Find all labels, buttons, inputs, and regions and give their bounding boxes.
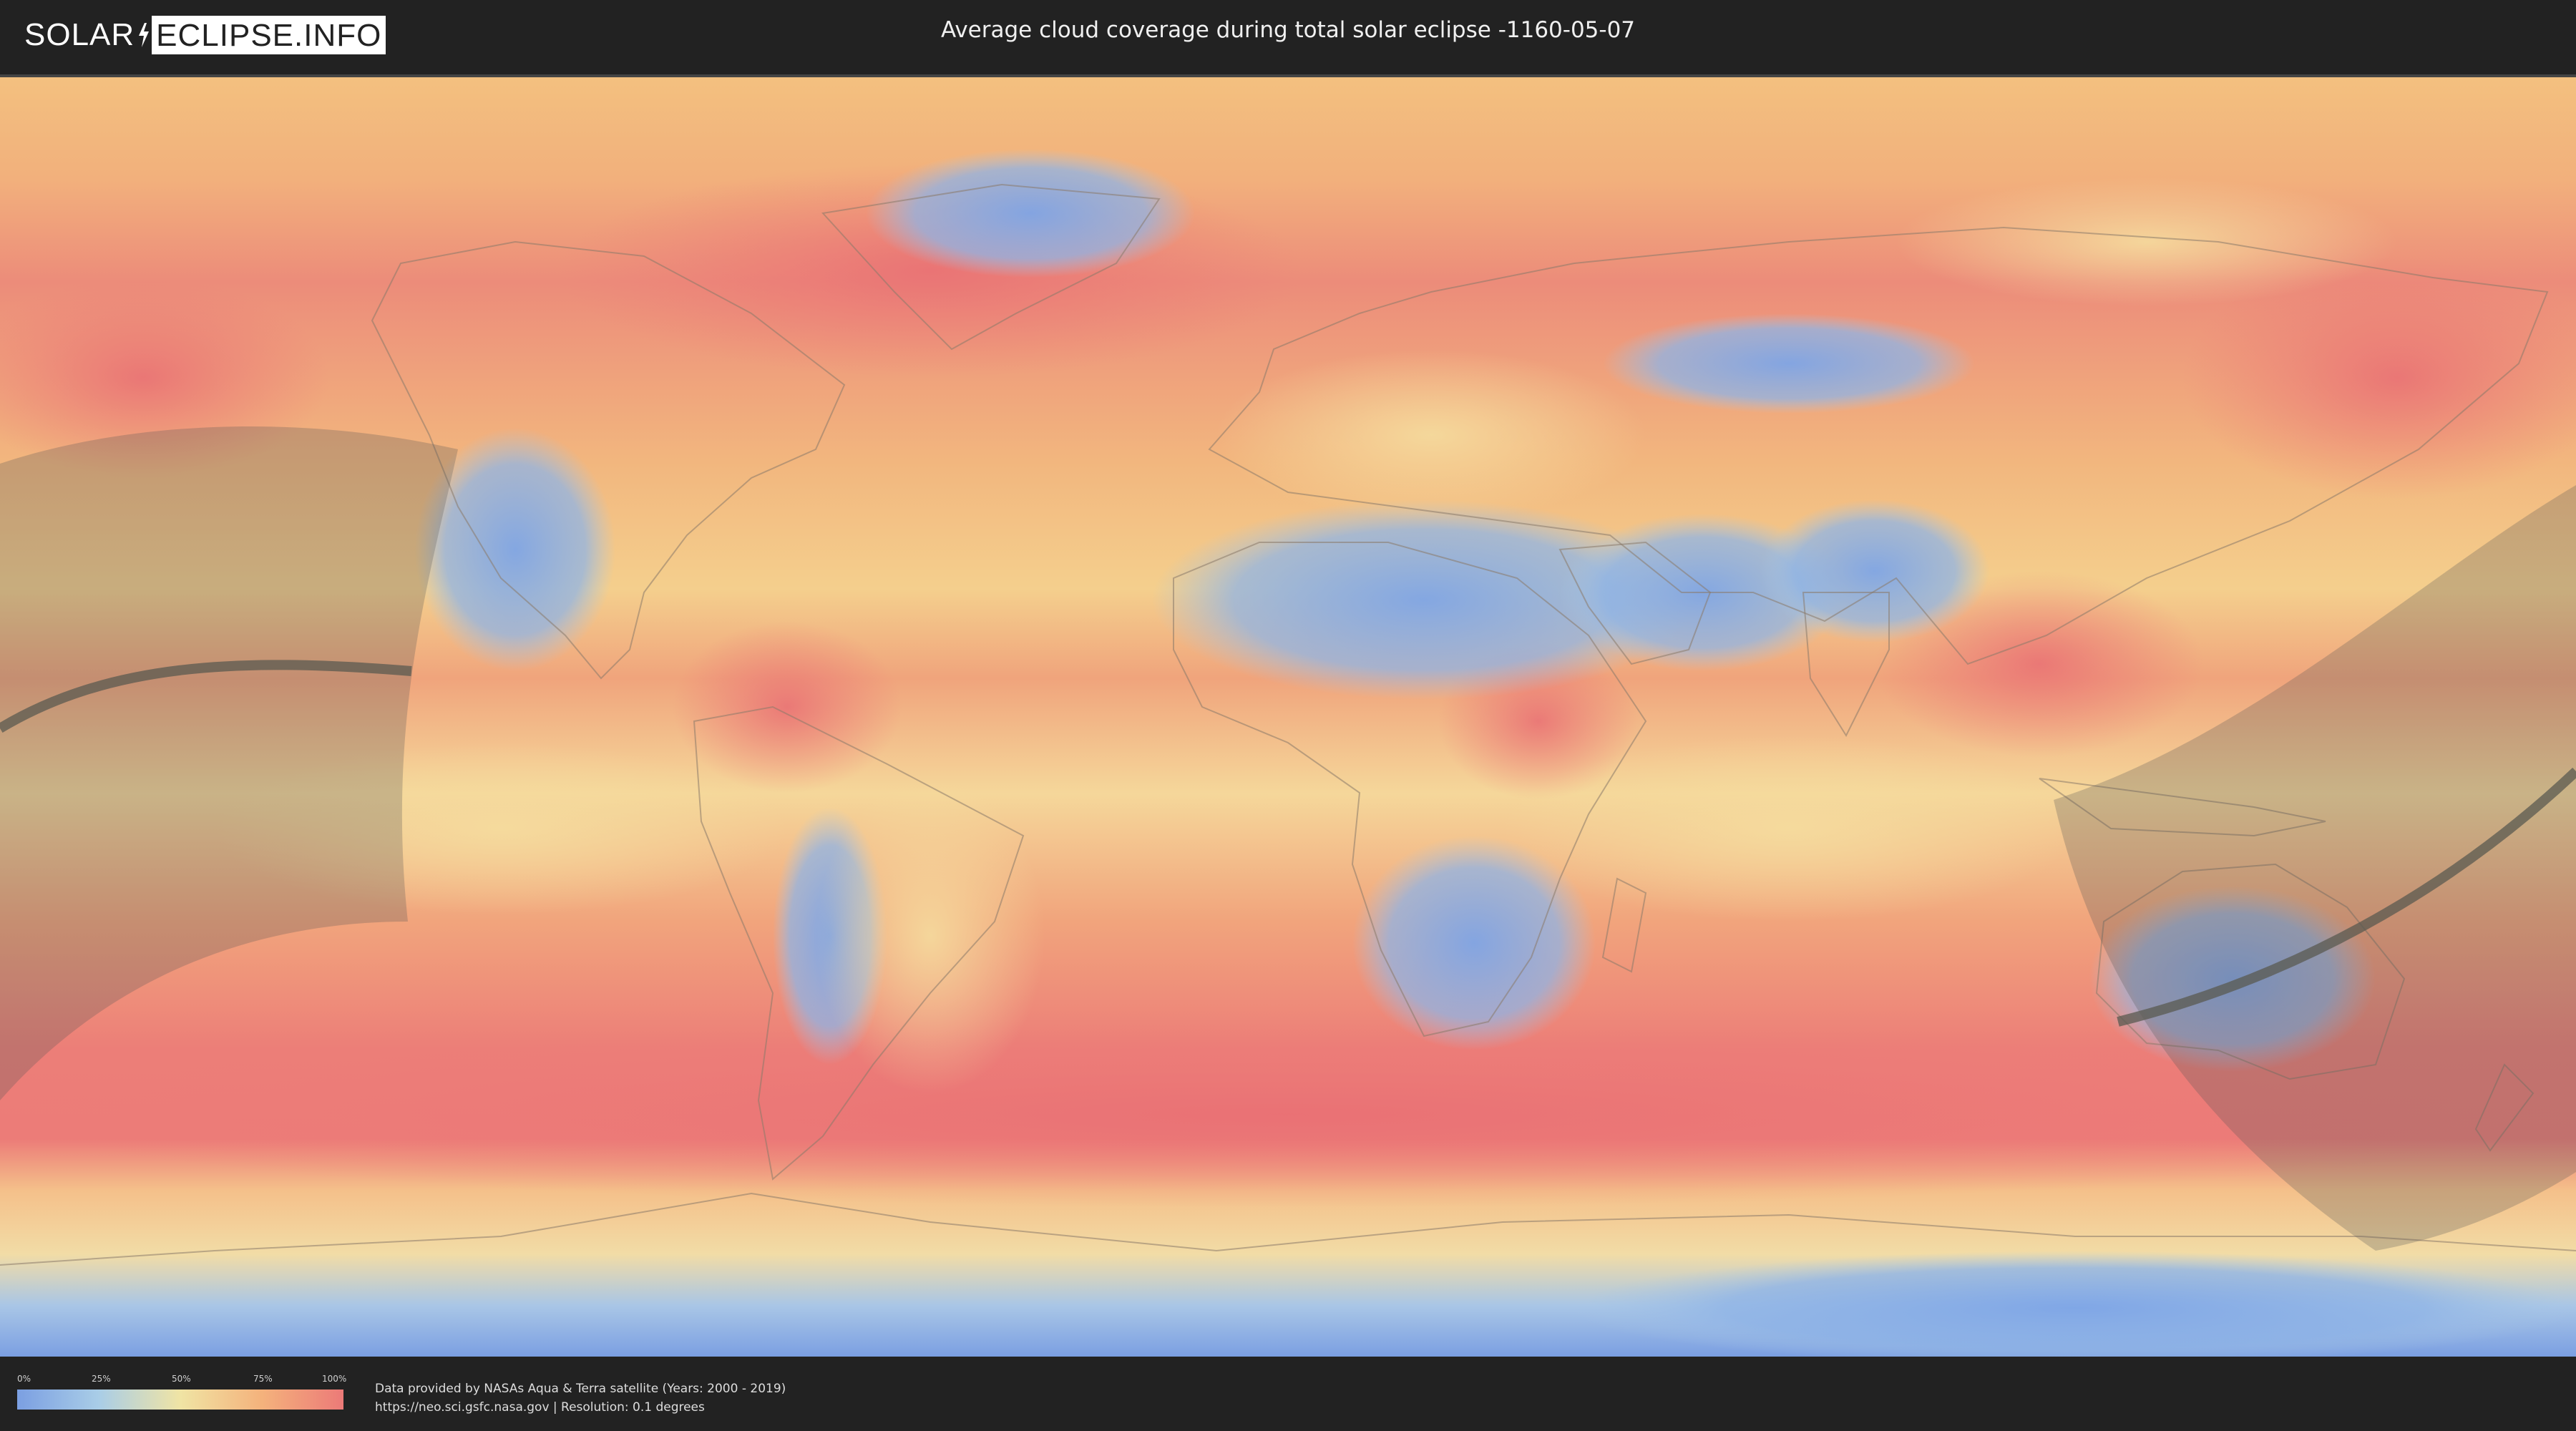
page-title: Average cloud coverage during total sola… — [940, 17, 1636, 43]
legend-tick-50: 50% — [172, 1374, 191, 1384]
legend-tick-25: 25% — [92, 1374, 111, 1384]
credit-line-source: Data provided by NASAs Aqua & Terra sate… — [375, 1382, 786, 1396]
legend-color-bar — [17, 1390, 343, 1410]
legend-tick-100: 100% — [322, 1374, 347, 1384]
data-credits: Data provided by NASAs Aqua & Terra sate… — [375, 1379, 786, 1417]
footer-bar: 0% 25% 50% 75% 100% Data provided by NAS… — [0, 1357, 2576, 1431]
legend-tick-0: 0% — [17, 1374, 31, 1384]
credit-line-url[interactable]: https://neo.sci.gsfc.nasa.gov | Resoluti… — [375, 1398, 786, 1417]
cloud-coverage-map[interactable] — [0, 77, 2576, 1357]
map-frame — [0, 74, 2576, 1357]
app-root: SOLAR ECLIPSE.INFO Average cloud coverag… — [0, 0, 2576, 1431]
legend-tick-75: 75% — [253, 1374, 273, 1384]
cloud-coverage-legend: 0% 25% 50% 75% 100% — [17, 1374, 347, 1414]
header-bar: SOLAR ECLIPSE.INFO Average cloud coverag… — [0, 0, 2576, 72]
